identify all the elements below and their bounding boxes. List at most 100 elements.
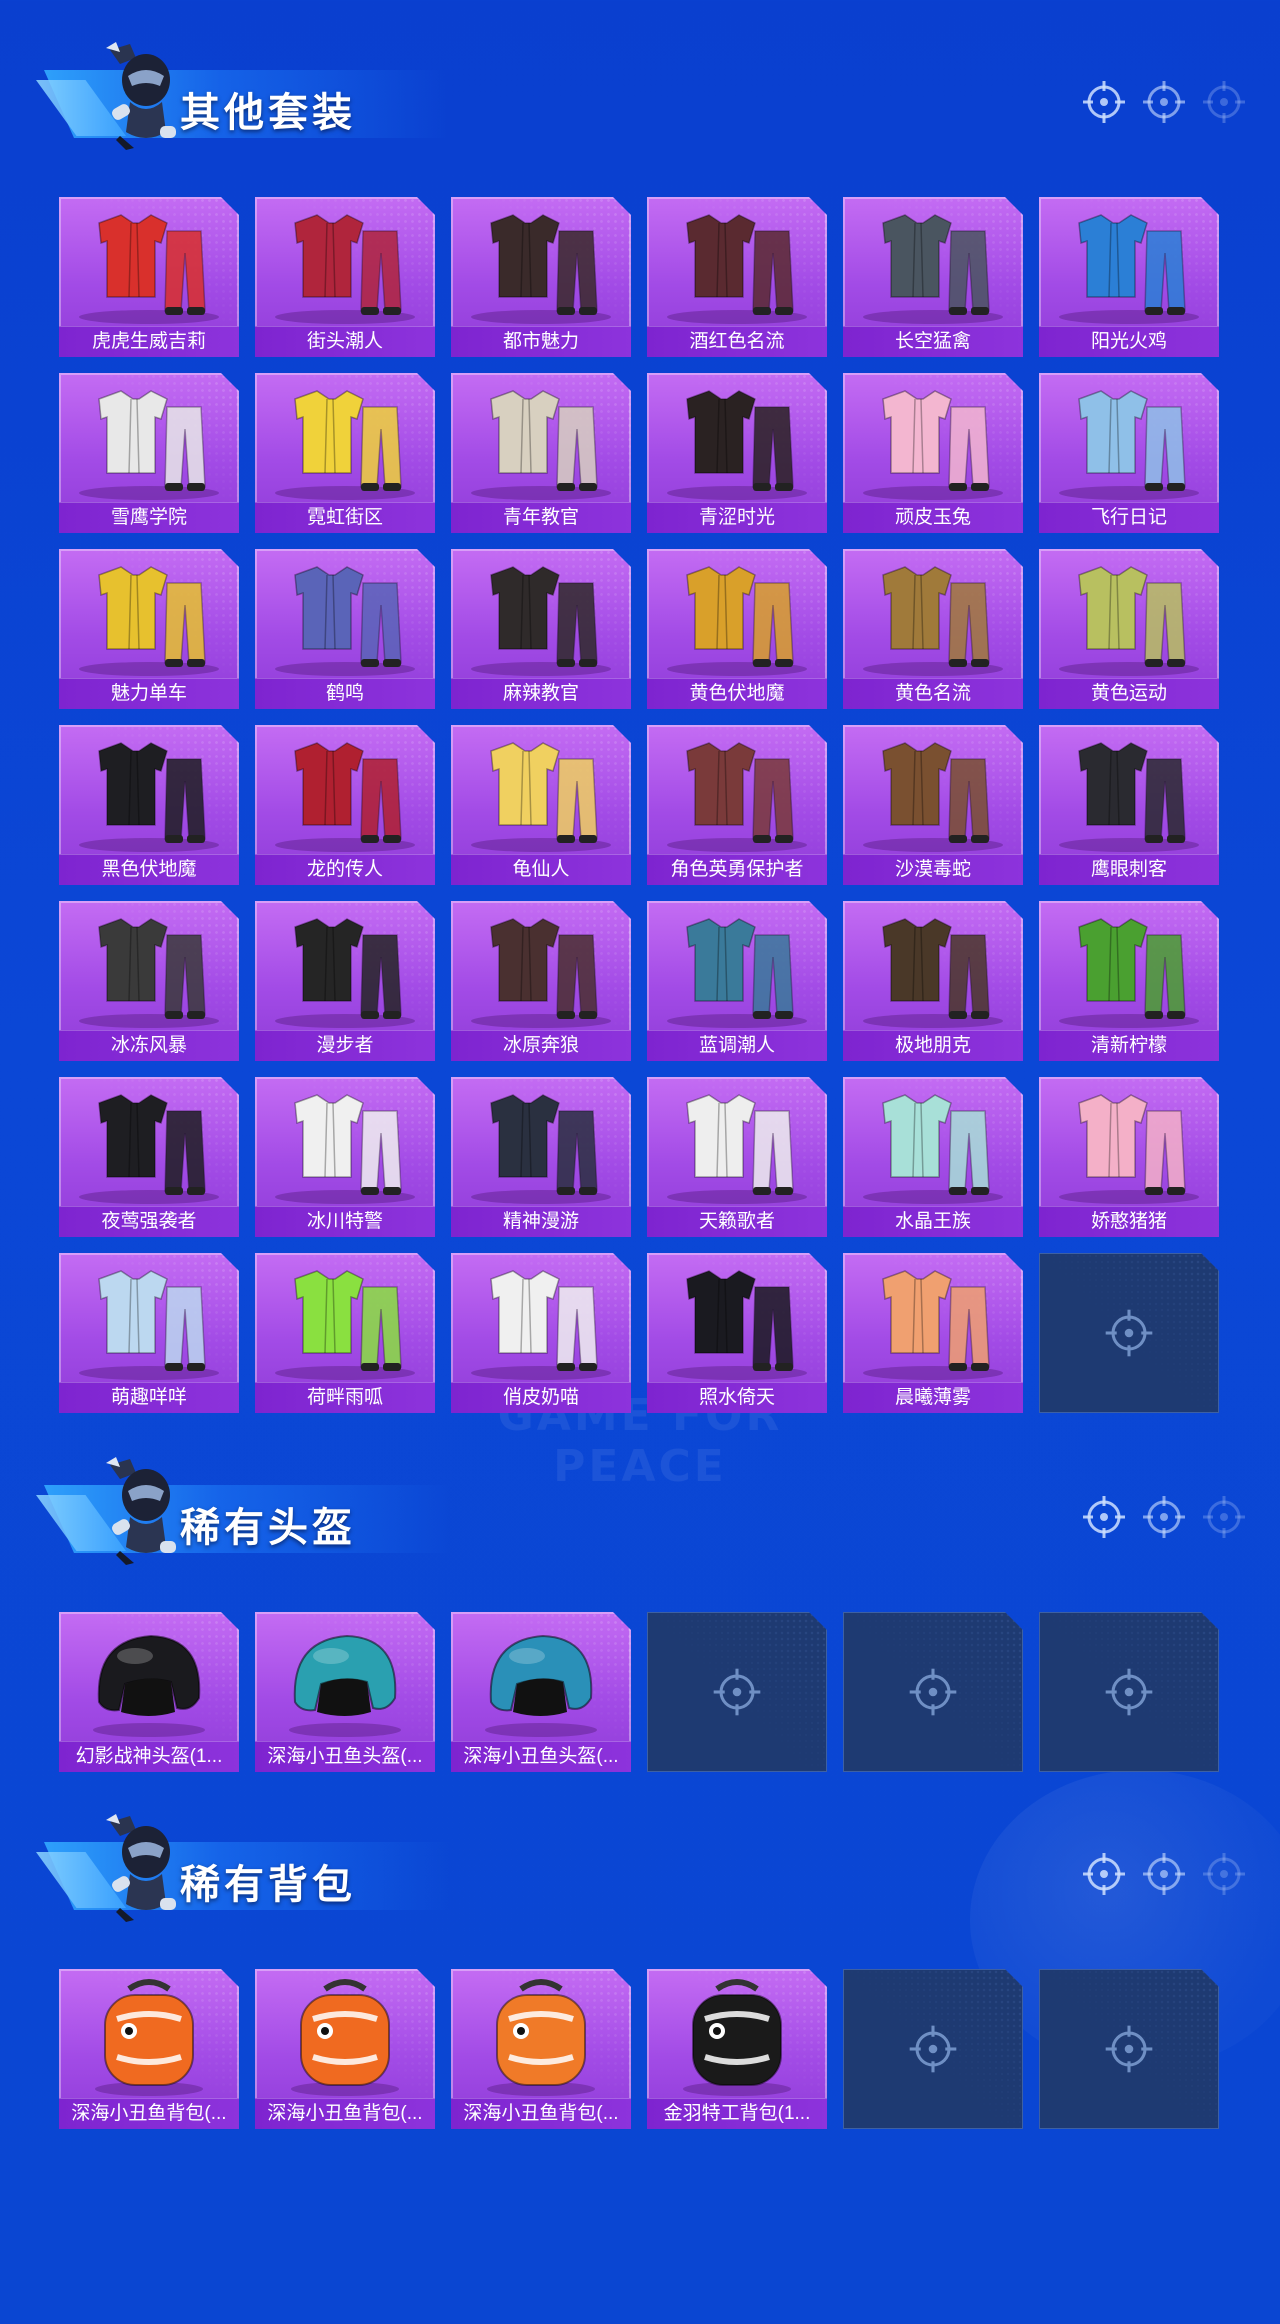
item-card[interactable]: 角色英勇保护者	[647, 725, 827, 885]
item-card[interactable]: 青涩时光	[647, 373, 827, 533]
item-card[interactable]: 霓虹街区	[255, 373, 435, 533]
dark-red-outfit-icon	[647, 373, 827, 503]
item-card[interactable]: 黄色伏地魔	[647, 549, 827, 709]
item-name: 深海小丑鱼背包(...	[59, 2098, 239, 2129]
item-card[interactable]: 俏皮奶喵	[451, 1253, 631, 1413]
hawaiian-shirt-icon	[451, 725, 631, 855]
punk-outfit-icon	[843, 901, 1023, 1031]
crosshair-icon	[1202, 1495, 1246, 1539]
item-name: 金羽特工背包(1...	[647, 2098, 827, 2129]
black-jacket-icon	[59, 1077, 239, 1207]
sport-jacket-icon	[1039, 549, 1219, 679]
item-card[interactable]: 顽皮玉兔	[843, 373, 1023, 533]
item-name: 晨曦薄雾	[843, 1382, 1023, 1413]
crosshair-placeholder-icon	[1102, 1665, 1156, 1719]
item-name: 清新柠檬	[1039, 1030, 1219, 1061]
empty-item-slot	[843, 1612, 1023, 1772]
skydiver-mascot-icon	[90, 1812, 188, 1924]
clownfish-helmet-icon	[255, 1612, 435, 1742]
item-name: 黑色伏地魔	[59, 854, 239, 885]
suit-outfit-icon	[647, 197, 827, 327]
section-title: 稀有背包	[180, 1862, 356, 1908]
crosshair-icon	[1142, 80, 1186, 124]
item-name: 冰川特警	[255, 1206, 435, 1237]
item-card[interactable]: 极地朋克	[843, 901, 1023, 1061]
item-card[interactable]: 金羽特工背包(1...	[647, 1969, 827, 2129]
yellow-hoodie-icon	[647, 549, 827, 679]
item-name: 角色英勇保护者	[647, 854, 827, 885]
item-name: 黄色运动	[1039, 678, 1219, 709]
item-card[interactable]: 都市魅力	[451, 197, 631, 357]
item-name: 萌趣咩咩	[59, 1382, 239, 1413]
item-card[interactable]: 娇憨猪猪	[1039, 1077, 1219, 1237]
item-card[interactable]: 虎虎生威吉莉	[59, 197, 239, 357]
clownfish-helmet-icon	[451, 1612, 631, 1742]
crosshair-icon	[1082, 1852, 1126, 1896]
armor-suit-icon	[647, 725, 827, 855]
black-hoodie-icon	[59, 725, 239, 855]
item-card[interactable]: 幻影战神头盔(1...	[59, 1612, 239, 1772]
item-card[interactable]: 精神漫游	[451, 1077, 631, 1237]
section-header: 稀有头盔	[30, 1455, 450, 1575]
item-card[interactable]: 酒红色名流	[647, 197, 827, 357]
item-card[interactable]: 水晶王族	[843, 1077, 1023, 1237]
item-card[interactable]: 龟仙人	[451, 725, 631, 885]
item-card[interactable]: 飞行日记	[1039, 373, 1219, 533]
item-card[interactable]: 鹰眼刺客	[1039, 725, 1219, 885]
section-header: 其他套装	[30, 40, 450, 160]
item-card[interactable]: 晨曦薄雾	[843, 1253, 1023, 1413]
item-card[interactable]: 照水倚天	[647, 1253, 827, 1413]
crosshair-decoration	[1082, 80, 1252, 124]
blue-yellow-outfit-icon	[1039, 197, 1219, 327]
item-card[interactable]: 街头潮人	[255, 197, 435, 357]
white-dress-icon	[647, 1077, 827, 1207]
crosshair-placeholder-icon	[906, 1665, 960, 1719]
item-card[interactable]: 深海小丑鱼背包(...	[255, 1969, 435, 2129]
item-card[interactable]: 青年教官	[451, 373, 631, 533]
item-card[interactable]: 阳光火鸡	[1039, 197, 1219, 357]
diver-suit-icon	[451, 1077, 631, 1207]
item-card[interactable]: 夜莺强袭者	[59, 1077, 239, 1237]
item-card[interactable]: 雪鹰学院	[59, 373, 239, 533]
item-card[interactable]: 鹤鸣	[255, 549, 435, 709]
section-header: 稀有背包	[30, 1812, 450, 1932]
item-card[interactable]: 漫步者	[255, 901, 435, 1061]
item-card[interactable]: 冰原奔狼	[451, 901, 631, 1061]
item-card[interactable]: 荷畔雨呱	[255, 1253, 435, 1413]
item-card[interactable]: 魅力单车	[59, 549, 239, 709]
item-card[interactable]: 萌趣咩咩	[59, 1253, 239, 1413]
crosshair-icon	[1082, 1495, 1126, 1539]
item-card[interactable]: 蓝调潮人	[647, 901, 827, 1061]
black-leather-icon	[255, 901, 435, 1031]
item-name: 雪鹰学院	[59, 502, 239, 533]
crosshair-decoration	[1082, 1495, 1252, 1539]
item-card[interactable]: 天籁歌者	[647, 1077, 827, 1237]
item-card[interactable]: 黄色运动	[1039, 549, 1219, 709]
item-card[interactable]: 黄色名流	[843, 549, 1023, 709]
item-card[interactable]: 麻辣教官	[451, 549, 631, 709]
item-card[interactable]: 冰川特警	[255, 1077, 435, 1237]
item-name: 顽皮玉兔	[843, 502, 1023, 533]
item-name: 都市魅力	[451, 326, 631, 357]
flight-outfit-icon	[1039, 373, 1219, 503]
item-name: 娇憨猪猪	[1039, 1206, 1219, 1237]
item-card[interactable]: 深海小丑鱼头盔(...	[255, 1612, 435, 1772]
item-card[interactable]: 冰冻风暴	[59, 901, 239, 1061]
peach-dress-icon	[843, 1253, 1023, 1383]
tactical-outfit-icon	[59, 901, 239, 1031]
empty-item-slot	[1039, 1253, 1219, 1413]
item-name: 虎虎生威吉莉	[59, 326, 239, 357]
item-card[interactable]: 龙的传人	[255, 725, 435, 885]
item-card[interactable]: 清新柠檬	[1039, 901, 1219, 1061]
item-card[interactable]: 深海小丑鱼背包(...	[59, 1969, 239, 2129]
crosshair-icon	[1142, 1852, 1186, 1896]
item-card[interactable]: 深海小丑鱼背包(...	[451, 1969, 631, 2129]
bunny-outfit-icon	[843, 373, 1023, 503]
item-name: 麻辣教官	[451, 678, 631, 709]
item-name: 鹰眼刺客	[1039, 854, 1219, 885]
item-card[interactable]: 黑色伏地魔	[59, 725, 239, 885]
item-card[interactable]: 沙漠毒蛇	[843, 725, 1023, 885]
item-card[interactable]: 深海小丑鱼头盔(...	[451, 1612, 631, 1772]
item-card[interactable]: 长空猛禽	[843, 197, 1023, 357]
item-name: 水晶王族	[843, 1206, 1023, 1237]
